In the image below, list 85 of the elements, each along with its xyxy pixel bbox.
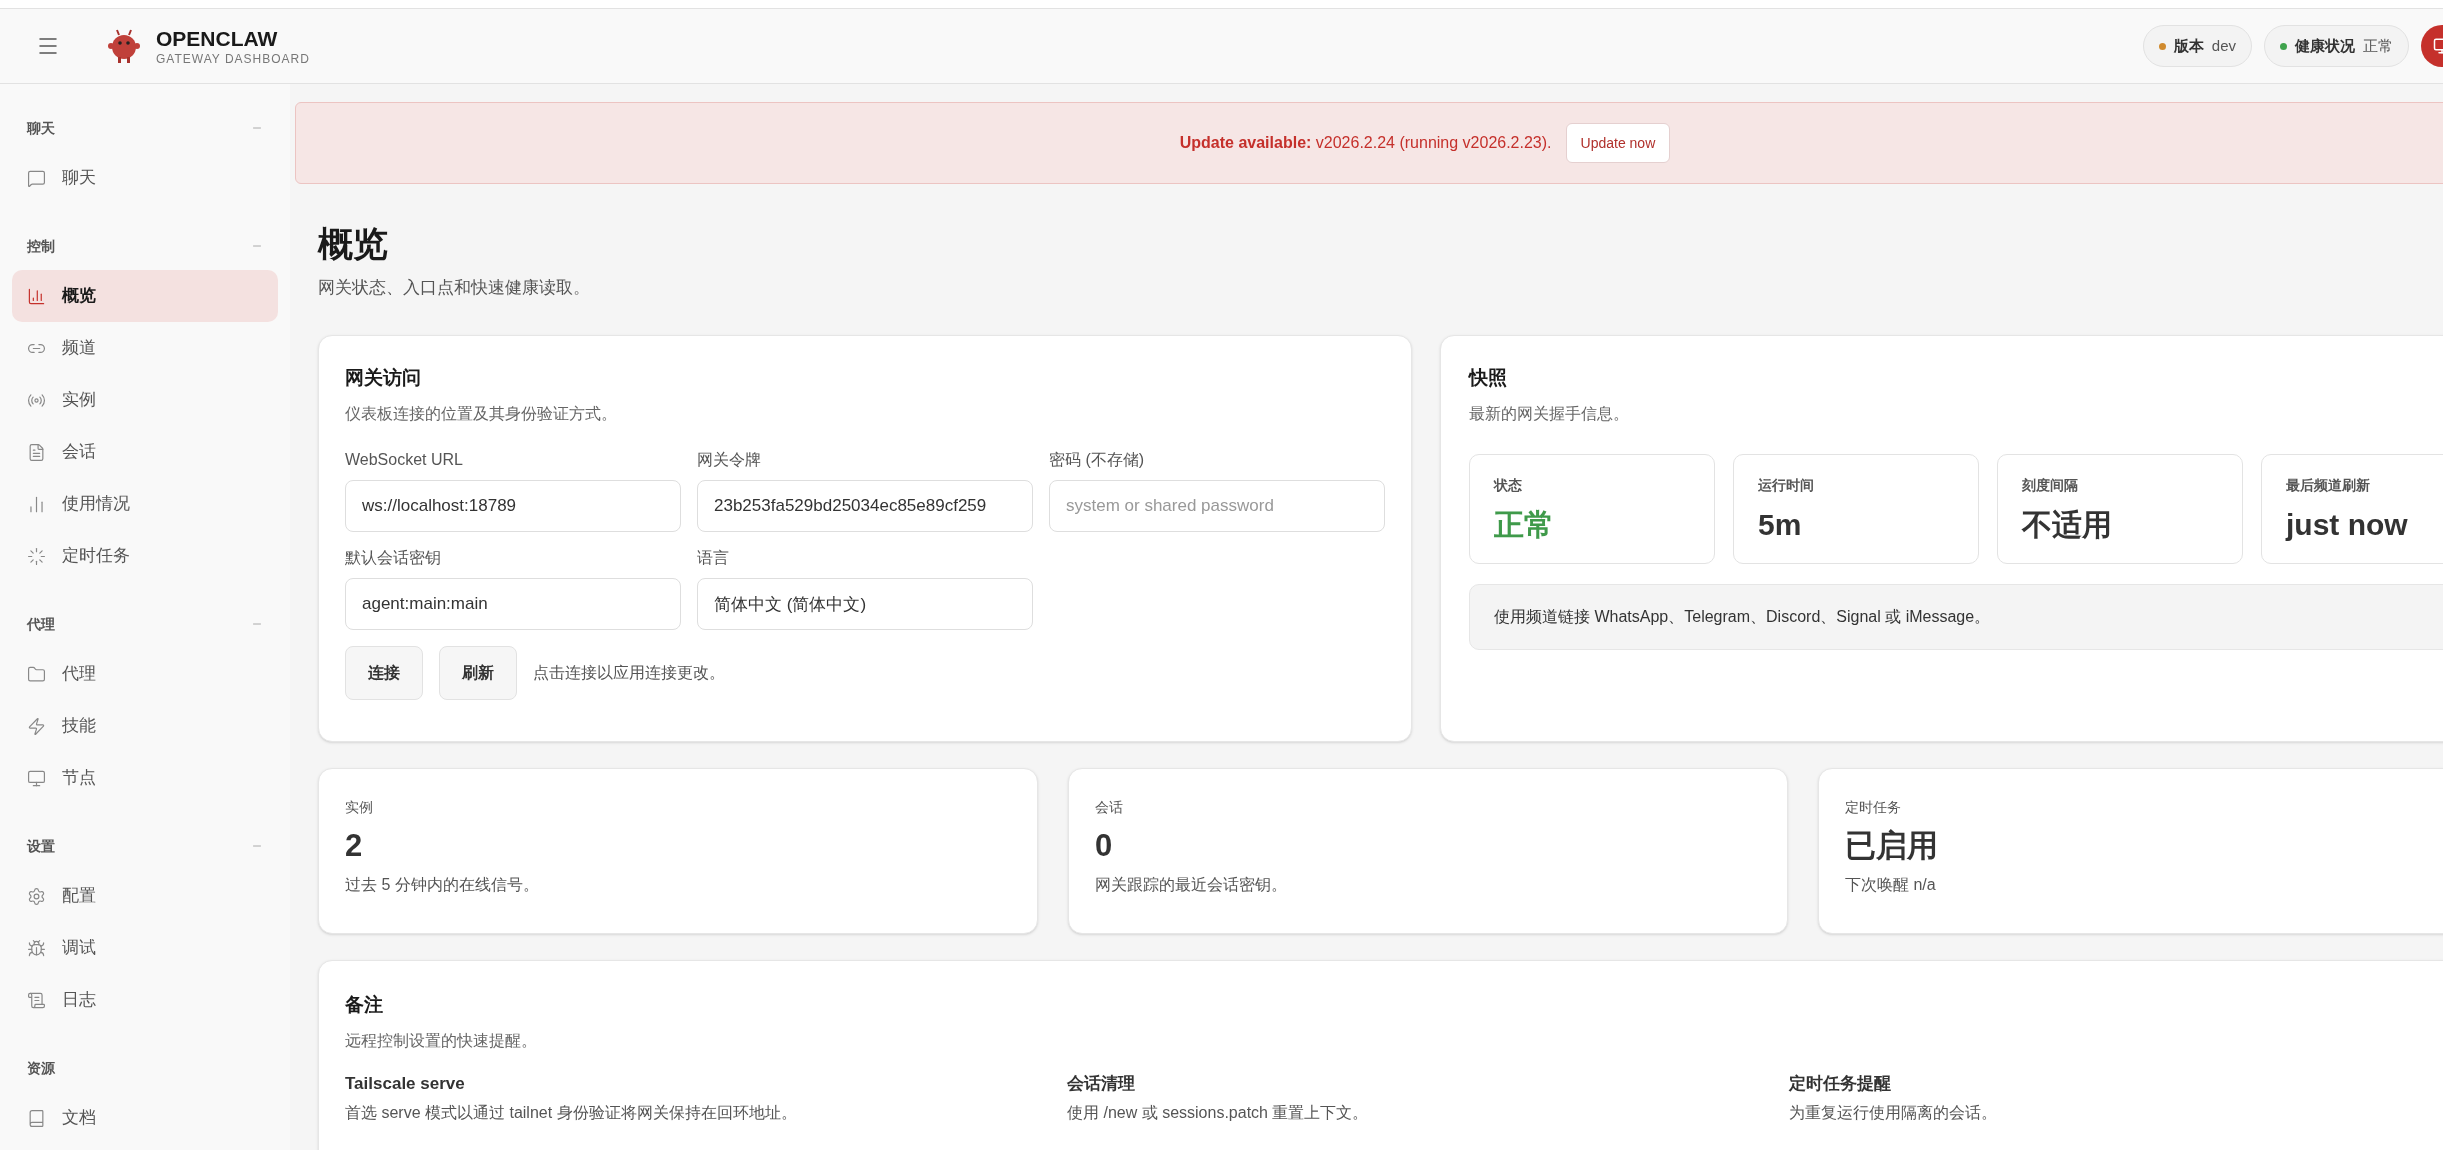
chat-bubble-icon <box>27 168 46 188</box>
note-title: 会话清理 <box>1067 1073 1136 1095</box>
input-field[interactable]: system or shared password <box>1049 480 1385 532</box>
app-title: OPENCLAW <box>156 27 279 49</box>
action-button[interactable]: 连接 <box>345 646 423 700</box>
nav-item[interactable]: 调试 <box>12 922 278 974</box>
page-subtitle: 网关状态、入口点和快速健康读取。 <box>318 277 591 299</box>
pill-value: 正常 <box>2363 35 2393 56</box>
summary-hint: 过去 5 分钟内的在线信号。 <box>345 874 540 895</box>
card-title: 网关访问 <box>345 365 422 390</box>
stat-label: 刻度间隔 <box>2022 476 2079 495</box>
document-icon <box>27 442 46 462</box>
connect-hint: 点击连接以应用连接更改。 <box>533 663 725 683</box>
summary-value: 0 <box>1095 829 1114 861</box>
note-text: 为重复运行使用隔离的会话。 <box>1789 1102 1998 1123</box>
nav-item[interactable]: 技能 <box>12 700 278 752</box>
bar-chart-icon <box>27 286 46 306</box>
nav-item[interactable]: 文档 <box>12 1092 278 1144</box>
stat-value: just now <box>2286 507 2409 543</box>
summary-hint: 下次唤醒 n/a <box>1845 874 1937 895</box>
input-field[interactable]: agent:main:main <box>345 578 681 630</box>
crab-logo-icon <box>106 28 142 64</box>
card-subtitle: 仪表板连接的位置及其身份验证方式。 <box>345 404 618 424</box>
summary-label: 定时任务 <box>1845 797 1902 817</box>
update-message: Update available: v2026.2.24 (running v2026.2.23). <box>1179 133 1552 153</box>
bug-icon <box>27 938 46 958</box>
stat-label: 状态 <box>1494 476 1523 495</box>
nav-item[interactable]: 日志 <box>12 974 278 1026</box>
section-heading: 设置 <box>27 836 55 856</box>
stat-value: 正常 <box>1494 507 1555 543</box>
nav-item[interactable]: 聊天 <box>12 152 278 204</box>
stat-value: 5m <box>1758 507 1803 543</box>
summary-label: 会话 <box>1095 797 1124 817</box>
card-subtitle: 远程控制设置的快速提醒。 <box>345 1031 538 1051</box>
card-title: 快照 <box>1469 365 1508 390</box>
note-text: 首选 serve 模式以通过 tailnet 身份验证将网关保持在回环地址。 <box>345 1102 798 1123</box>
summary-hint: 网关跟踪的最近会话密钥。 <box>1095 874 1288 895</box>
field-label: 默认会话密钥 <box>345 548 442 568</box>
app-subtitle: GATEWAY DASHBOARD <box>156 52 310 65</box>
summary-value: 2 <box>345 829 364 861</box>
scroll-icon <box>27 990 46 1010</box>
nav-item[interactable]: 配置 <box>12 870 278 922</box>
pill-label: 健康状况 <box>2295 35 2355 56</box>
section-heading: 资源 <box>27 1058 55 1078</box>
nav-item[interactable]: 实例 <box>12 374 278 426</box>
bar-chart-icon <box>27 494 46 514</box>
nav-item[interactable]: 频道 <box>12 322 278 374</box>
field-label: WebSocket URL <box>345 450 464 470</box>
stat-label: 最后频道刷新 <box>2286 476 2371 495</box>
update-now-button[interactable]: Update now <box>1565 123 1671 163</box>
summary-label: 实例 <box>345 797 374 817</box>
stat-label: 运行时间 <box>1758 476 1815 495</box>
input-field[interactable]: 23b253fa529bd25034ec85e89cf259 <box>697 480 1033 532</box>
settings-icon <box>27 886 46 906</box>
note-title: 定时任务提醒 <box>1789 1073 1892 1095</box>
card-title: 备注 <box>345 992 384 1017</box>
page-title: 概览 <box>318 226 389 261</box>
nav-item[interactable]: 代理 <box>12 648 278 700</box>
book-icon <box>27 1108 46 1128</box>
field-label: 语言 <box>697 548 730 568</box>
field-label: 网关令牌 <box>697 450 762 470</box>
nav-item[interactable]: 节点 <box>12 752 278 804</box>
section-heading: 代理 <box>27 614 55 634</box>
nav-item[interactable]: 会话 <box>12 426 278 478</box>
monitor-icon <box>27 768 46 788</box>
input-field[interactable]: 简体中文 (简体中文) <box>697 578 1033 630</box>
spinner-icon <box>27 546 46 566</box>
note-text: 使用 /new 或 sessions.patch 重置上下文。 <box>1067 1102 1370 1123</box>
section-heading: 聊天 <box>27 118 55 138</box>
nav-item[interactable]: 概览 <box>12 270 278 322</box>
nav-item[interactable]: 使用情况 <box>12 478 278 530</box>
card-subtitle: 最新的网关握手信息。 <box>1469 404 1630 424</box>
folder-icon <box>27 664 46 684</box>
field-label: 密码 (不存储) <box>1049 450 1146 470</box>
pill-label: 版本 <box>2173 35 2204 56</box>
stat-value: 不适用 <box>2022 507 2113 543</box>
summary-value: 已启用 <box>1845 829 1939 861</box>
input-field[interactable]: ws://localhost:18789 <box>345 480 681 532</box>
lightning-icon <box>27 716 46 736</box>
section-heading: 控制 <box>27 236 55 256</box>
pill-value: dev <box>2211 35 2236 56</box>
action-button[interactable]: 刷新 <box>439 646 517 700</box>
note-title: Tailscale serve <box>345 1073 466 1095</box>
nav-item[interactable]: 定时任务 <box>12 530 278 582</box>
channel-note: 使用频道链接 WhatsApp、Telegram、Discord、Signal 或 iMessage。 <box>1494 607 1991 627</box>
